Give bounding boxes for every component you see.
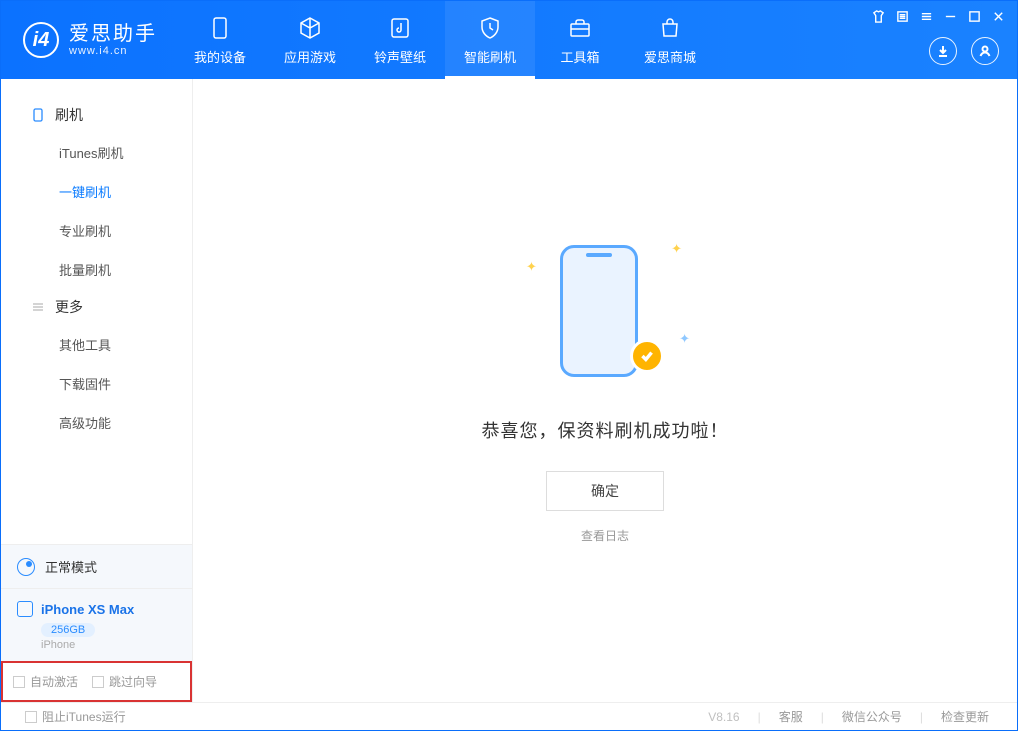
checkmark-badge-icon: [630, 339, 664, 373]
sidebar-item-pro[interactable]: 专业刷机: [1, 211, 192, 250]
main-nav: 我的设备 应用游戏 铃声壁纸 智能刷机 工具箱 爱思商城: [175, 1, 715, 79]
nav-label: 智能刷机: [464, 47, 516, 66]
sidebar-item-advanced[interactable]: 高级功能: [1, 403, 192, 442]
checkbox-skip-guide[interactable]: 跳过向导: [92, 673, 157, 690]
section-label: 更多: [55, 297, 83, 317]
shield-icon: [477, 15, 503, 41]
sidebar-item-firmware[interactable]: 下载固件: [1, 364, 192, 403]
download-button[interactable]: [929, 37, 957, 65]
logo: i4 爱思助手 www.i4.cn: [1, 1, 175, 79]
app-name: 爱思助手: [69, 23, 157, 45]
user-button[interactable]: [971, 37, 999, 65]
toolbox-icon: [567, 15, 593, 41]
nav-label: 工具箱: [560, 47, 599, 66]
success-illustration: ✦✦✦: [550, 237, 660, 387]
device-name: iPhone XS Max: [41, 602, 134, 617]
window-controls: [871, 9, 1005, 23]
nav-flash[interactable]: 智能刷机: [445, 1, 535, 79]
sidebar-item-other[interactable]: 其他工具: [1, 325, 192, 364]
sidebar-section-more: 更多: [1, 289, 192, 325]
success-message: 恭喜您，保资料刷机成功啦！: [482, 417, 729, 443]
mode-indicator[interactable]: 正常模式: [1, 545, 192, 589]
bag-icon: [657, 15, 683, 41]
app-url: www.i4.cn: [69, 45, 157, 57]
nav-label: 应用游戏: [284, 47, 336, 66]
nav-device[interactable]: 我的设备: [175, 1, 265, 79]
footer-link-service[interactable]: 客服: [769, 708, 813, 725]
ok-button[interactable]: 确定: [546, 471, 664, 511]
cube-icon: [297, 15, 323, 41]
nav-apps[interactable]: 应用游戏: [265, 1, 355, 79]
device-type: iPhone: [41, 639, 176, 651]
phone-icon: [207, 15, 233, 41]
nav-store[interactable]: 爱思商城: [625, 1, 715, 79]
music-icon: [387, 15, 413, 41]
nav-tools[interactable]: 工具箱: [535, 1, 625, 79]
maximize-icon[interactable]: [967, 9, 981, 23]
view-log-link[interactable]: 查看日志: [581, 527, 629, 544]
nav-label: 爱思商城: [644, 47, 696, 66]
device-info[interactable]: iPhone XS Max 256GB iPhone: [1, 589, 192, 661]
section-label: 刷机: [55, 105, 83, 125]
flash-options-highlighted: 自动激活 跳过向导: [1, 661, 192, 702]
footer-link-update[interactable]: 检查更新: [931, 708, 999, 725]
minimize-icon[interactable]: [943, 9, 957, 23]
app-header: i4 爱思助手 www.i4.cn 我的设备 应用游戏 铃声壁纸 智能刷机 工具…: [1, 1, 1017, 79]
sidebar: 刷机 iTunes刷机 一键刷机 专业刷机 批量刷机 更多 其他工具 下载固件 …: [1, 79, 193, 702]
sidebar-item-batch[interactable]: 批量刷机: [1, 250, 192, 289]
menu-small-icon: [31, 300, 45, 314]
status-bar: 阻止iTunes运行 V8.16 | 客服 | 微信公众号 | 检查更新: [1, 702, 1017, 730]
sidebar-item-oneclick[interactable]: 一键刷机: [1, 172, 192, 211]
menu-icon[interactable]: [919, 9, 933, 23]
device-icon: [17, 601, 33, 617]
mode-label: 正常模式: [45, 557, 97, 576]
mode-icon: [17, 558, 35, 576]
device-capacity: 256GB: [41, 623, 95, 637]
main-content: ✦✦✦ 恭喜您，保资料刷机成功啦！ 确定 查看日志: [193, 79, 1017, 702]
logo-icon: i4: [23, 22, 59, 58]
nav-ring[interactable]: 铃声壁纸: [355, 1, 445, 79]
nav-label: 铃声壁纸: [374, 47, 426, 66]
checkbox-block-itunes[interactable]: 阻止iTunes运行: [25, 708, 126, 725]
footer-link-wechat[interactable]: 微信公众号: [832, 708, 912, 725]
close-icon[interactable]: [991, 9, 1005, 23]
phone-small-icon: [31, 108, 45, 122]
sidebar-section-flash: 刷机: [1, 97, 192, 133]
list-icon[interactable]: [895, 9, 909, 23]
nav-label: 我的设备: [194, 47, 246, 66]
shirt-icon[interactable]: [871, 9, 885, 23]
version-label: V8.16: [708, 710, 749, 724]
sidebar-item-itunes[interactable]: iTunes刷机: [1, 133, 192, 172]
checkbox-auto-activate[interactable]: 自动激活: [13, 673, 78, 690]
